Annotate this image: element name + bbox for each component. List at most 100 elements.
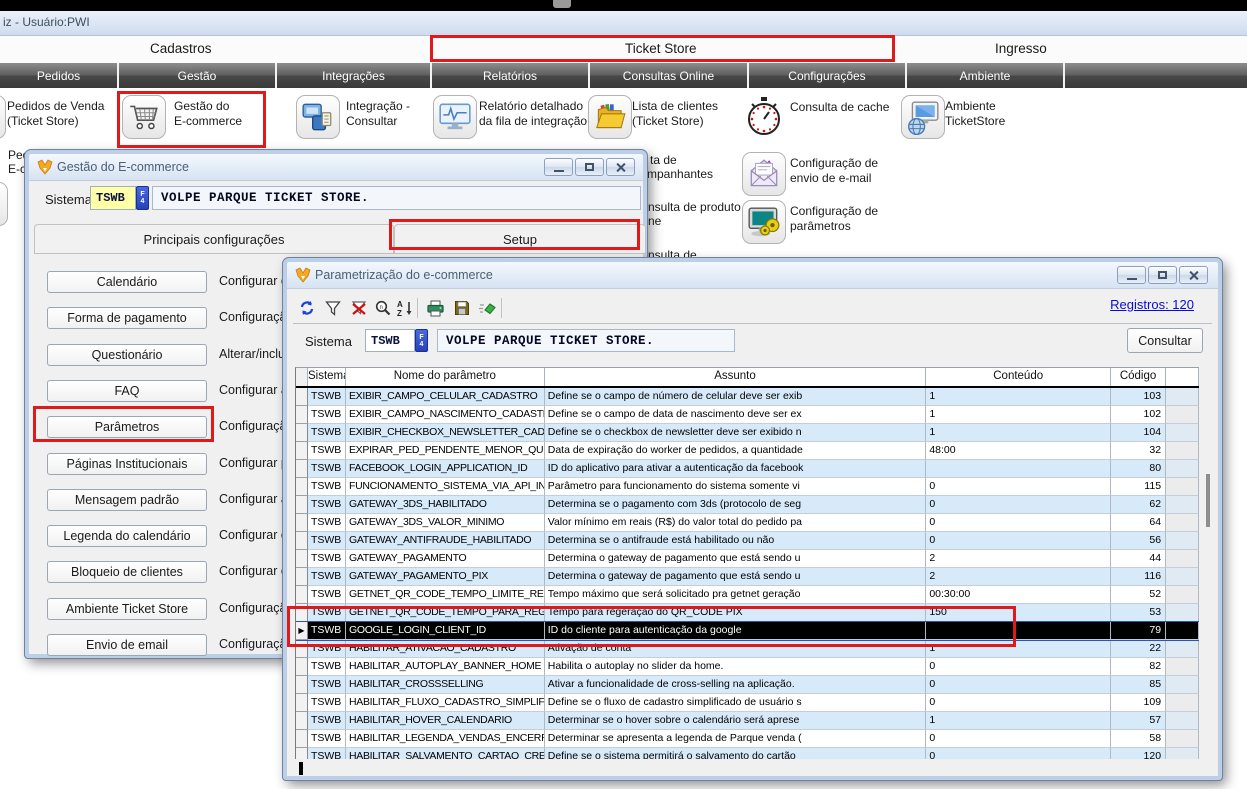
sistema-code-field[interactable]: TSWB xyxy=(90,186,136,210)
dialog-titlebar: Gestão do E-commerce xyxy=(29,154,643,181)
cell-codigo: 22 xyxy=(1111,640,1166,658)
table-row[interactable]: TSWBHABILITAR_LEGENDA_VENDAS_ENCERRADDet… xyxy=(296,730,1199,748)
shortcut-integracao[interactable] xyxy=(296,95,340,139)
shortcut-ambiente-ticketstore-label[interactable]: Ambiente TicketStore xyxy=(945,99,1005,128)
refresh-icon[interactable] xyxy=(297,298,317,318)
table-row[interactable]: TSWBGATEWAY_3DS_VALOR_MINIMOValor mínimo… xyxy=(296,514,1199,532)
f4-lookup-button[interactable]: F4 xyxy=(136,186,149,210)
sistema-name-field[interactable]: VOLPE PARQUE TICKET STORE. xyxy=(437,329,735,352)
cell-nome: GATEWAY_3DS_VALOR_MINIMO xyxy=(346,514,545,532)
shortcut-config-parametros-label[interactable]: Configuração de parâmetros xyxy=(790,204,878,233)
ribbon-tab-3[interactable]: Integrações xyxy=(277,63,432,88)
button-p-ginas-institucionais[interactable]: Páginas Institucionais xyxy=(47,453,207,475)
ribbon-tab-6[interactable]: Configurações xyxy=(749,63,907,88)
close-button[interactable] xyxy=(606,158,635,176)
close-button[interactable] xyxy=(1179,266,1208,284)
cell-nome: GATEWAY_3DS_HABILITADO xyxy=(346,496,545,514)
table-row[interactable]: TSWBHABILITAR_CROSSSELLINGAtivar a funci… xyxy=(296,676,1199,694)
table-row[interactable]: TSWBGATEWAY_PAGAMENTO_PIXDetermina o gat… xyxy=(296,568,1199,586)
ribbon-tab-2[interactable]: Gestão xyxy=(119,63,277,88)
shortcut-integracao-label[interactable]: Integração - Consultar xyxy=(346,99,410,128)
row-indicator xyxy=(296,640,308,658)
table-row[interactable]: TSWBFUNCIONAMENTO_SISTEMA_VIA_API_INTEPa… xyxy=(296,478,1199,496)
button-calend-rio[interactable]: Calendário xyxy=(47,271,207,293)
button-envio-de-email[interactable]: Envio de email xyxy=(47,634,207,656)
shortcut-consulta-cache-label[interactable]: Consulta de cache xyxy=(790,100,889,115)
shortcut-config-email[interactable] xyxy=(742,152,786,196)
shortcut-consulta-cache[interactable] xyxy=(742,95,786,139)
ribbon-tab-7[interactable]: Ambiente xyxy=(907,63,1065,88)
ribbon-tab-5[interactable]: Consultas Online xyxy=(590,63,749,88)
column-header-4[interactable]: Código xyxy=(1111,368,1166,386)
table-row[interactable]: TSWBGETNET_QR_CODE_TEMPO_PARA_REGERTempo… xyxy=(296,604,1199,622)
cell-conteudo: 1 xyxy=(926,406,1111,424)
run-clear-icon[interactable] xyxy=(477,298,497,318)
table-row[interactable]: TSWBGATEWAY_3DS_HABILITADODetermina se o… xyxy=(296,496,1199,514)
shortcut-ambiente-ticketstore[interactable] xyxy=(901,95,945,139)
button-forma-de-pagamento[interactable]: Forma de pagamento xyxy=(47,307,207,329)
column-header-3[interactable]: Conteúdo xyxy=(926,368,1111,386)
button-mensagem-padr-o[interactable]: Mensagem padrão xyxy=(47,489,207,511)
table-row[interactable]: TSWBHABILITAR_HOVER_CALENDARIODeterminar… xyxy=(296,712,1199,730)
table-row[interactable]: TSWBHABILITAR_SALVAMENTO_CARTAO_CREDITDe… xyxy=(296,748,1199,759)
shortcut-config-email-label[interactable]: Configuração de envio de e-mail xyxy=(790,156,878,185)
button-ambiente-ticket-store[interactable]: Ambiente Ticket Store xyxy=(47,598,207,620)
maximize-button[interactable] xyxy=(575,158,604,176)
button-faq[interactable]: FAQ xyxy=(47,380,207,402)
registros-link[interactable]: Registros: 120 xyxy=(1110,297,1194,312)
menu-item-ticket-store[interactable]: Ticket Store xyxy=(625,41,697,56)
minimize-button[interactable] xyxy=(544,158,573,176)
print-icon[interactable] xyxy=(425,298,445,318)
cell-nome: HABILITAR_CROSSSELLING xyxy=(346,676,545,694)
sistema-code-field[interactable]: TSWB xyxy=(365,329,415,352)
menu-item-ingresso[interactable]: Ingresso xyxy=(995,41,1047,56)
tab-setup[interactable]: Setup xyxy=(394,224,646,254)
sistema-name-field[interactable]: VOLPE PARQUE TICKET STORE. xyxy=(152,186,641,210)
table-row[interactable]: TSWBHABILITAR_AUTOPLAY_BANNER_HOMEHabili… xyxy=(296,658,1199,676)
shortcut-config-parametros[interactable] xyxy=(742,200,786,244)
column-header-0[interactable]: Sistema xyxy=(308,368,346,386)
table-row[interactable]: TSWBGATEWAY_PAGAMENTODetermina o gateway… xyxy=(296,550,1199,568)
button-legenda-do-calend-rio[interactable]: Legenda do calendário xyxy=(47,525,207,547)
shortcut-gestao-ecommerce[interactable] xyxy=(122,95,166,139)
table-row[interactable]: ▶TSWBGOOGLE_LOGIN_CLIENT_IDID do cliente… xyxy=(296,622,1199,640)
cell-nome: HABILITAR_AUTOPLAY_BANNER_HOME xyxy=(346,658,545,676)
table-row[interactable]: TSWBEXPIRAR_PED_PENDENTE_MENOR_QUEData d… xyxy=(296,442,1199,460)
find-icon[interactable]: n xyxy=(373,298,393,318)
table-row[interactable]: TSWBFACEBOOK_LOGIN_APPLICATION_IDID do a… xyxy=(296,460,1199,478)
svg-text:Z: Z xyxy=(397,309,402,317)
column-header-2[interactable]: Assunto xyxy=(545,368,927,386)
cell-sistema: TSWB xyxy=(308,622,346,640)
table-row[interactable]: TSWBGETNET_QR_CODE_TEMPO_LIMITE_REGETemp… xyxy=(296,586,1199,604)
shortcut-relatorio-fila[interactable] xyxy=(433,95,477,139)
tab-principais-configuracoes[interactable]: Principais configurações xyxy=(34,224,394,254)
ribbon-tab-4[interactable]: Relatórios xyxy=(432,63,590,88)
shortcut-lista-clientes-label[interactable]: Lista de clientes (Ticket Store) xyxy=(632,99,718,128)
clear-filter-icon[interactable] xyxy=(349,298,369,318)
shortcut-relatorio-fila-label[interactable]: Relatório detalhado da fila de integraçã… xyxy=(479,99,587,128)
shortcut-lista-clientes[interactable] xyxy=(588,95,632,139)
table-row[interactable]: TSWBGATEWAY_ANTIFRAUDE_HABILITADODetermi… xyxy=(296,532,1199,550)
consultar-button[interactable]: Consultar xyxy=(1127,328,1203,353)
vertical-scrollbar[interactable] xyxy=(1206,474,1210,527)
minimize-button[interactable] xyxy=(1117,266,1146,284)
table-row[interactable]: TSWBEXIBIR_CAMPO_NASCIMENTO_CADASTRODefi… xyxy=(296,406,1199,424)
ribbon-tab-1[interactable]: Pedidos xyxy=(0,63,119,88)
table-row[interactable]: TSWBEXIBIR_CHECKBOX_NEWSLETTER_CADASDefi… xyxy=(296,424,1199,442)
menu-item-cadastros[interactable]: Cadastros xyxy=(150,41,212,56)
filter-icon[interactable] xyxy=(323,298,343,318)
table-row[interactable]: TSWBHABILITAR_ATIVACAO_CADASTROAtivação … xyxy=(296,640,1199,658)
column-header-1[interactable]: Nome do parâmetro xyxy=(346,368,545,386)
table-row[interactable]: TSWBHABILITAR_FLUXO_CADASTRO_SIMPLIFICAD… xyxy=(296,694,1199,712)
button-par-metros[interactable]: Parâmetros xyxy=(47,416,207,438)
maximize-button[interactable] xyxy=(1148,266,1177,284)
button-question-rio[interactable]: Questionário xyxy=(47,344,207,366)
shortcut-pedidos-venda[interactable]: Pedidos de Venda (Ticket Store) xyxy=(7,99,104,128)
save-icon[interactable] xyxy=(452,298,472,318)
cell-codigo: 44 xyxy=(1111,550,1166,568)
f4-lookup-button[interactable]: F4 xyxy=(415,329,428,352)
table-row[interactable]: TSWBEXIBIR_CAMPO_CELULAR_CADASTRODefine … xyxy=(296,388,1199,406)
sort-az-icon[interactable]: A Z xyxy=(395,298,415,318)
shortcut-gestao-ecommerce-label[interactable]: Gestão do E-commerce xyxy=(174,99,242,128)
button-bloqueio-de-clientes[interactable]: Bloqueio de clientes xyxy=(47,561,207,583)
